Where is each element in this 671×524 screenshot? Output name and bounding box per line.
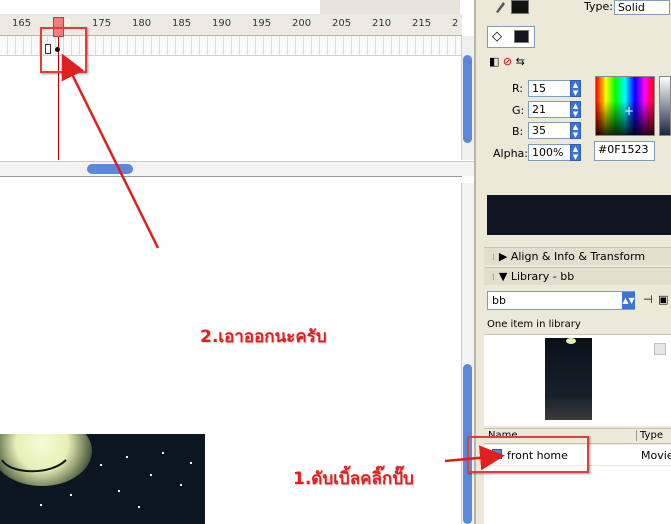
symbol-thumbnail xyxy=(545,338,592,420)
alpha-stepper[interactable]: ▲ ▼ xyxy=(570,144,581,161)
color-mini-buttons: ◧ ⊘ ⇆ xyxy=(489,55,525,68)
new-library-icon[interactable]: ▣ xyxy=(658,293,668,306)
night-scene-artwork[interactable] xyxy=(0,434,205,524)
green-label: G: xyxy=(512,104,525,117)
timeline-toolbar xyxy=(320,0,460,14)
library-header[interactable]: ⁞ ▼ Library - bb xyxy=(484,267,671,285)
star xyxy=(150,474,152,476)
star xyxy=(40,504,42,506)
align-info-transform-header[interactable]: ⁞ ▶ Align & Info & Transform xyxy=(484,247,671,265)
thumbnail-moon xyxy=(566,338,576,344)
red-stepper[interactable]: ▲ ▼ xyxy=(570,80,581,97)
star xyxy=(70,494,72,496)
red-value-input[interactable]: 15 xyxy=(528,80,572,97)
timeline-horizontal-scrollbar[interactable] xyxy=(0,161,474,176)
preview-play-button[interactable] xyxy=(654,343,666,355)
green-value-input[interactable]: 21 xyxy=(528,101,572,118)
star xyxy=(190,462,192,464)
library-list-empty-area xyxy=(484,466,671,524)
annotation-highlight-frame xyxy=(40,27,87,73)
alpha-value-input[interactable]: 100% xyxy=(528,144,572,161)
pin-icon[interactable]: ⊣ xyxy=(643,293,653,306)
collapse-arrow-icon: ▶ xyxy=(498,250,511,263)
grip-icon: ⁞ xyxy=(492,253,495,263)
paint-bucket-icon: ◇ xyxy=(492,29,502,44)
no-color-icon[interactable]: ⊘ xyxy=(503,55,512,68)
library-panel-title: Library - bb xyxy=(510,270,575,283)
star xyxy=(100,464,102,466)
star xyxy=(138,506,140,508)
ruler-tick: 205 xyxy=(332,18,352,29)
star xyxy=(118,490,120,492)
color-preview xyxy=(487,195,671,235)
ruler-tick: 175 xyxy=(92,18,112,29)
annotation-step-2: 2.เอาออกนะครับ xyxy=(200,327,327,347)
blue-value-input[interactable]: 35 xyxy=(528,122,572,139)
library-item-count: One item in library xyxy=(487,319,581,330)
library-document-select[interactable]: bb xyxy=(487,291,635,310)
ruler-tick: 180 xyxy=(132,18,152,29)
crosshair-icon: + xyxy=(624,104,635,118)
annotation-highlight-library-item xyxy=(467,436,589,473)
ruler-tick: 2 xyxy=(452,18,459,29)
brightness-slider[interactable] xyxy=(659,76,671,136)
library-select-arrow[interactable]: ▲▼ xyxy=(622,292,635,309)
timeline-horizontal-scroll-thumb[interactable] xyxy=(87,164,133,174)
blue-label: B: xyxy=(512,125,524,138)
blue-stepper[interactable]: ▲ ▼ xyxy=(570,122,581,139)
pencil-icon[interactable] xyxy=(494,0,506,14)
ruler-tick: 185 xyxy=(172,18,192,29)
ruler-tick: 195 xyxy=(252,18,272,29)
timeline-vertical-scroll-thumb[interactable] xyxy=(463,55,472,143)
align-panel-title: Align & Info & Transform xyxy=(510,250,646,263)
annotation-step-1: 1.ดับเบิ้ลคลิ๊กปั๊บ xyxy=(293,469,414,489)
star xyxy=(162,452,164,454)
red-label: R: xyxy=(512,82,524,95)
fill-type-select[interactable]: Solid xyxy=(614,0,670,15)
expand-arrow-icon: ▼ xyxy=(498,270,511,283)
moon-outline xyxy=(1,459,67,473)
ruler-tick: 200 xyxy=(292,18,312,29)
grip-icon: ⁞ xyxy=(492,273,495,283)
fill-color-swatch[interactable] xyxy=(514,30,529,43)
library-item-type: Movie xyxy=(641,449,671,462)
ruler-tick: 215 xyxy=(412,18,432,29)
fill-type-label: Type: xyxy=(584,0,613,13)
ruler-tick: 210 xyxy=(372,18,392,29)
stroke-color-swatch[interactable] xyxy=(511,0,529,14)
alpha-label: Alpha: xyxy=(493,147,528,160)
ruler-tick: 165 xyxy=(12,18,32,29)
swap-colors-icon[interactable]: ◧ xyxy=(489,55,499,68)
star xyxy=(126,456,128,458)
ruler-tick: 190 xyxy=(212,18,232,29)
hex-color-input[interactable]: #0F1523 xyxy=(594,141,655,161)
default-colors-icon[interactable]: ⇆ xyxy=(516,55,525,68)
star xyxy=(180,484,182,486)
green-stepper[interactable]: ▲ ▼ xyxy=(570,101,581,118)
column-type-header[interactable]: Type xyxy=(636,430,663,441)
